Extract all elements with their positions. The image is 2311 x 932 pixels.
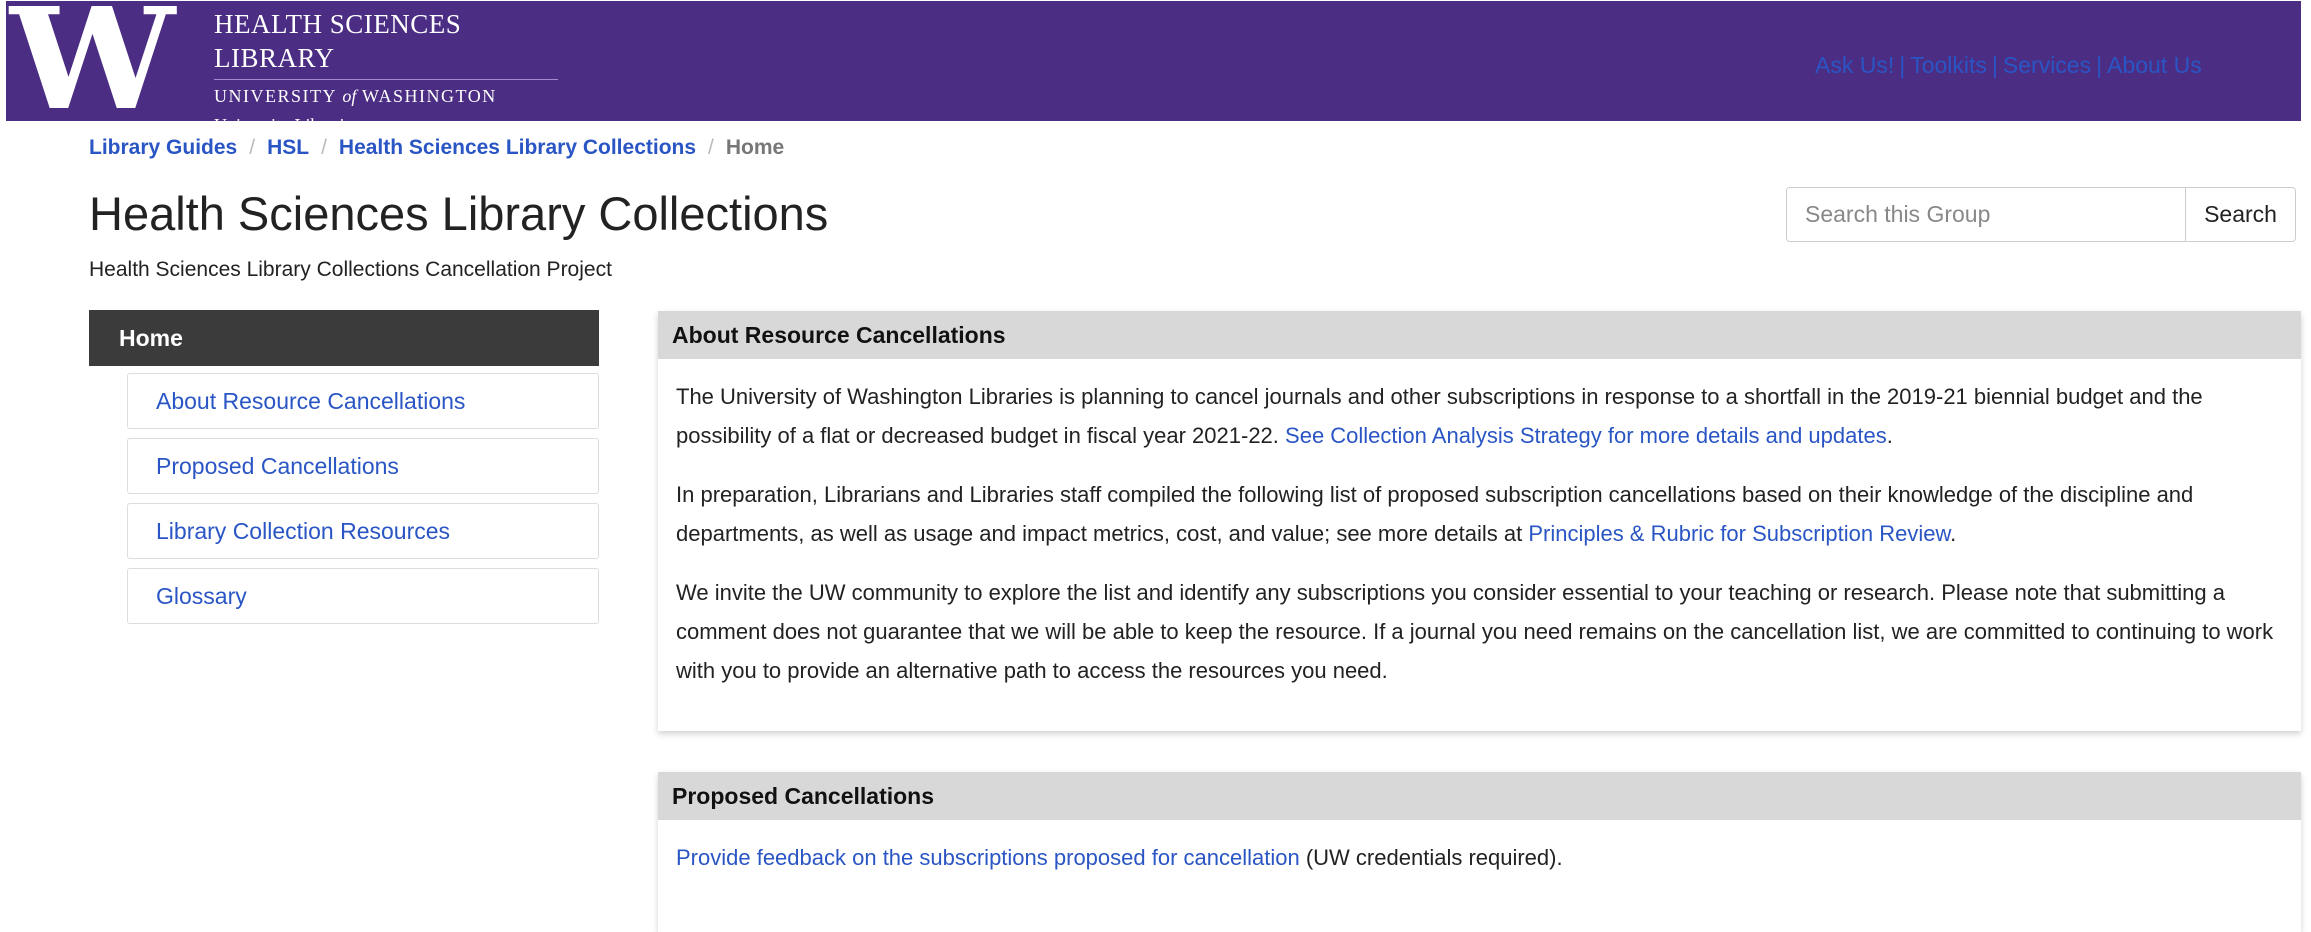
about-resource-cancellations-panel: About Resource Cancellations The Univers…: [658, 311, 2301, 731]
breadcrumb-separator: /: [321, 136, 327, 159]
sidebar-item-library-collection-resources[interactable]: Library Collection Resources: [127, 503, 599, 559]
breadcrumb-library-guides[interactable]: Library Guides: [89, 136, 237, 159]
search-button[interactable]: Search: [2185, 188, 2295, 241]
paragraph: Provide feedback on the subscriptions pr…: [676, 838, 2281, 877]
brand-sub-of: of: [342, 86, 357, 106]
nav-toolkits[interactable]: Toolkits: [1910, 52, 1987, 78]
nav-services[interactable]: Services: [2003, 52, 2091, 78]
nav-ask-us[interactable]: Ask Us!: [1815, 52, 1894, 78]
panel-heading: Proposed Cancellations: [658, 772, 2301, 820]
breadcrumb-separator: /: [708, 136, 714, 159]
breadcrumb-separator: /: [249, 136, 256, 159]
breadcrumb-hsl[interactable]: HSL: [267, 136, 309, 159]
page-title: Health Sciences Library Collections: [89, 187, 829, 240]
sidebar-item-glossary[interactable]: Glossary: [127, 568, 599, 624]
breadcrumb: Library Guides / HSL / Health Sciences Libra…: [89, 136, 784, 160]
paragraph-end: .: [1886, 423, 1893, 448]
site-header: W HEALTH SCIENCES LIBRARY UNIVERSITY of …: [6, 0, 2301, 135]
sidebar-item-about-resource-cancellations[interactable]: About Resource Cancellations: [127, 373, 599, 429]
brand-block[interactable]: HEALTH SCIENCES LIBRARY UNIVERSITY of WA…: [214, 7, 558, 136]
paragraph: In preparation, Librarians and Libraries…: [676, 475, 2281, 553]
paragraph: We invite the UW community to explore th…: [676, 573, 2281, 690]
paragraph-text: We invite the UW community to explore th…: [676, 580, 2274, 683]
paragraph-text: (UW credentials required).: [1305, 845, 1563, 870]
brand-sub-b: WASHINGTON: [362, 86, 497, 106]
nav-about-us[interactable]: About Us: [2107, 52, 2202, 78]
nav-separator: |: [1899, 52, 1906, 78]
brand-sub-a: UNIVERSITY: [214, 86, 337, 106]
sidebar-item-home[interactable]: Home: [89, 310, 599, 366]
panel-body: The University of Washington Libraries i…: [658, 359, 2301, 690]
top-nav: Ask Us! | Toolkits | Services | About Us: [1815, 52, 2202, 79]
paragraph: The University of Washington Libraries i…: [676, 377, 2281, 455]
principles-rubric-link[interactable]: Principles & Rubric for Subscription Rev…: [1528, 521, 1950, 546]
panel-body: Provide feedback on the subscriptions pr…: [658, 820, 2301, 877]
panel-heading: About Resource Cancellations: [658, 311, 2301, 359]
nav-separator: |: [1991, 52, 1998, 78]
uw-logo[interactable]: W: [10, 0, 175, 130]
breadcrumb-current: Home: [725, 136, 785, 159]
proposed-cancellations-panel: Proposed Cancellations Provide feedback …: [658, 772, 2301, 932]
sidebar-item-proposed-cancellations[interactable]: Proposed Cancellations: [127, 438, 599, 494]
brand-university: UNIVERSITY of WASHINGTON: [214, 86, 558, 107]
paragraph-text: In preparation, Librarians and Libraries…: [676, 482, 2194, 546]
collection-analysis-strategy-link[interactable]: See Collection Analysis Strategy for mor…: [1285, 423, 1887, 448]
breadcrumb-hsl-collections[interactable]: Health Sciences Library Collections: [339, 136, 696, 159]
brand-libraries: University Libraries: [214, 115, 360, 135]
paragraph-end: .: [1950, 521, 1957, 546]
brand-title: HEALTH SCIENCES LIBRARY: [214, 7, 558, 80]
page-subtitle: Health Sciences Library Collections Canc…: [89, 258, 612, 281]
provide-feedback-link[interactable]: Provide feedback on the subscriptions pr…: [676, 845, 1300, 870]
nav-separator: |: [2096, 52, 2103, 78]
sidebar-nav: About Resource Cancellations Proposed Ca…: [127, 373, 599, 633]
search-group: Search: [1786, 187, 2296, 242]
search-input[interactable]: [1787, 188, 2185, 241]
